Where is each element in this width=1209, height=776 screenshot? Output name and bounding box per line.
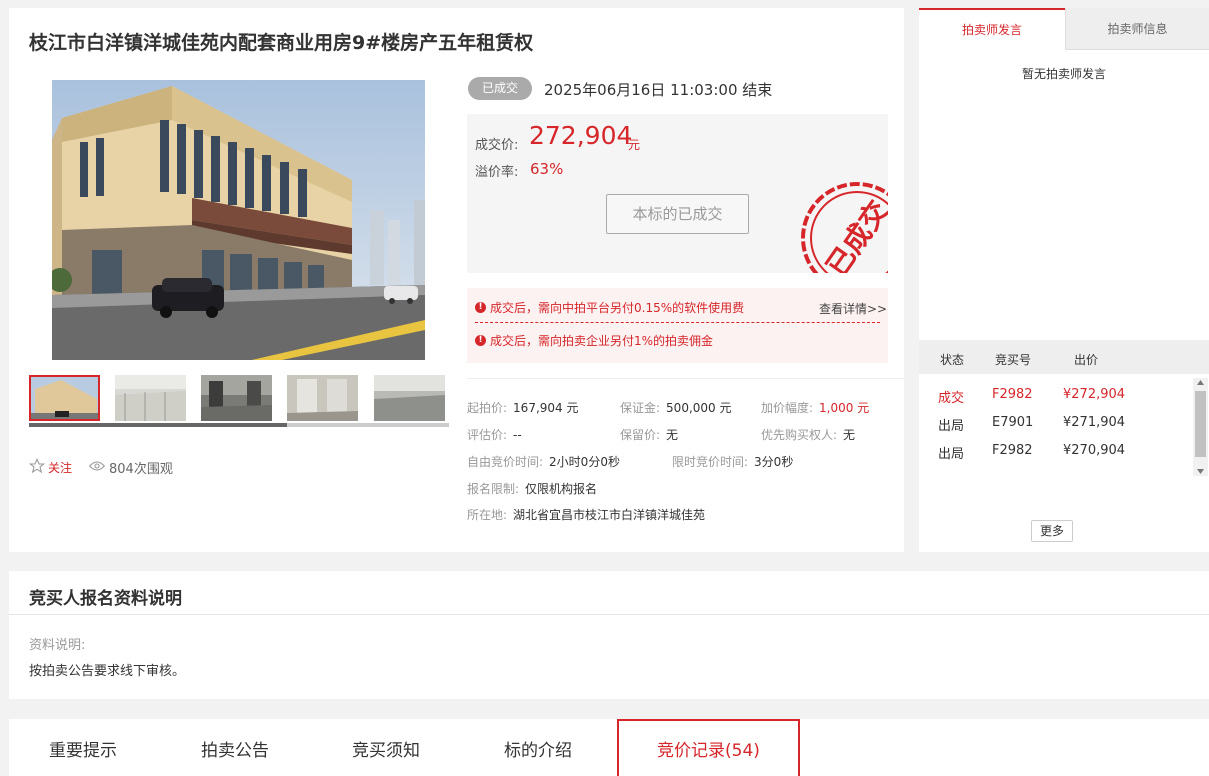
gallery-thumbnail[interactable] bbox=[115, 375, 186, 421]
column-price: 出价 bbox=[1074, 353, 1099, 367]
notice-item: ! 成交后，需向拍卖企业另付1%的拍卖佣金 bbox=[475, 332, 713, 349]
bid-table-header: 状态 竞买号 出价 bbox=[919, 340, 1209, 374]
premium-rate-label: 溢价率: bbox=[475, 165, 519, 180]
view-details-link[interactable]: 查看详情>> bbox=[819, 300, 887, 317]
tab-bid-records[interactable]: 竞价记录(54) bbox=[617, 719, 800, 776]
main-photo[interactable] bbox=[52, 80, 425, 360]
premium-rate: 63% bbox=[530, 160, 564, 178]
lot-main-card: 枝江市白洋镇洋城佳苑内配套商业用房9#楼房产五年租赁权 关注 804次围观 已成… bbox=[9, 8, 904, 552]
tab-auction-announcement[interactable]: 拍卖公告 bbox=[201, 736, 269, 761]
gallery-thumbnail[interactable] bbox=[201, 375, 272, 421]
stamp-text: 已成交 bbox=[820, 194, 888, 273]
section-divider bbox=[9, 614, 1209, 615]
column-status: 状态 bbox=[940, 353, 965, 367]
bid-row: 出局 E7901 ¥271,904 bbox=[938, 415, 1126, 434]
no-speech-message: 暂无拍卖师发言 bbox=[1021, 67, 1106, 81]
bid-increment: 加价幅度: 1,000 元 bbox=[761, 401, 870, 415]
gallery-thumbnail[interactable] bbox=[29, 375, 100, 421]
info-divider bbox=[467, 378, 904, 379]
bid-list-scrollbar-thumb[interactable] bbox=[1195, 391, 1206, 457]
tab-lot-introduction[interactable]: 标的介绍 bbox=[504, 736, 572, 761]
view-count: 804次围观 bbox=[88, 458, 173, 477]
column-bidder: 竞买号 bbox=[995, 353, 1032, 367]
docs-text: 按拍卖公告要求线下审核。 bbox=[29, 664, 186, 679]
reserve-price: 保留价: 无 bbox=[620, 428, 679, 442]
tab-bidding-instructions[interactable]: 竞买须知 bbox=[352, 736, 420, 761]
appraisal-price: 评估价: -- bbox=[467, 428, 522, 442]
eye-icon bbox=[88, 460, 106, 476]
tab-important-notice[interactable]: 重要提示 bbox=[49, 736, 117, 761]
thumbnail-scrollbar-thumb[interactable] bbox=[29, 423, 287, 427]
detail-tabs: 重要提示 拍卖公告 竞买须知 标的介绍 竞价记录(54) bbox=[9, 719, 1209, 776]
auctioneer-panel: 拍卖师发言 拍卖师信息 暂无拍卖师发言 状态 竞买号 出价 成交 F2982 ¥… bbox=[919, 8, 1209, 552]
tab-auctioneer-info[interactable]: 拍卖师信息 bbox=[1065, 8, 1209, 50]
notice-divider bbox=[475, 322, 880, 323]
deal-done-button: 本标的已成交 bbox=[606, 194, 749, 234]
start-price: 起拍价: 167,904 元 bbox=[467, 401, 579, 415]
tab-auctioneer-speech[interactable]: 拍卖师发言 bbox=[919, 8, 1065, 50]
section-title: 竞买人报名资料说明 bbox=[29, 589, 182, 609]
follow-button[interactable]: 关注 bbox=[28, 457, 73, 477]
free-bid-time: 自由竞价时间: 2小时0分0秒 bbox=[467, 455, 620, 469]
bidder-docs-section: 竞买人报名资料说明 资料说明: 按拍卖公告要求线下审核。 bbox=[9, 571, 1209, 699]
bid-row: 出局 F2982 ¥270,904 bbox=[938, 443, 1126, 462]
deal-price-label: 成交价: bbox=[475, 138, 519, 153]
more-bids-button[interactable]: 更多 bbox=[1031, 520, 1073, 542]
deal-price-unit: 元 bbox=[628, 138, 641, 152]
notice-item: ! 成交后，需向中拍平台另付0.15%的软件使用费 bbox=[475, 299, 744, 316]
location: 所在地: 湖北省宜昌市枝江市白洋镇洋城佳苑 bbox=[467, 508, 706, 522]
deposit: 保证金: 500,000 元 bbox=[620, 401, 732, 415]
follow-label: 关注 bbox=[48, 461, 73, 475]
docs-label: 资料说明: bbox=[29, 638, 86, 653]
gallery-thumbnail[interactable] bbox=[287, 375, 358, 421]
alert-icon: ! bbox=[475, 302, 486, 313]
status-badge: 已成交 bbox=[468, 77, 532, 100]
view-count-label: 804次围观 bbox=[109, 462, 173, 477]
gallery-thumbnail[interactable] bbox=[374, 375, 445, 421]
bid-row: 成交 F2982 ¥272,904 bbox=[938, 387, 1126, 406]
priority-buyer: 优先购买权人: 无 bbox=[761, 428, 856, 442]
alert-icon: ! bbox=[475, 335, 486, 346]
star-icon bbox=[28, 457, 46, 477]
end-time: 2025年06月16日 11:03:00 结束 bbox=[544, 81, 773, 99]
page-title: 枝江市白洋镇洋城佳苑内配套商业用房9#楼房产五年租赁权 bbox=[29, 32, 534, 54]
registration-restriction: 报名限制: 仅限机构报名 bbox=[467, 482, 598, 496]
deal-price: 272,904 bbox=[529, 121, 633, 150]
limit-bid-time: 限时竞价时间: 3分0秒 bbox=[672, 455, 794, 469]
notice-box: ! 成交后，需向中拍平台另付0.15%的软件使用费 查看详情>> ! 成交后，需… bbox=[467, 288, 888, 363]
price-box: 成交价: 272,904 元 溢价率: 63% 本标的已成交 已成交 bbox=[467, 114, 888, 273]
sold-stamp: 已成交 bbox=[801, 182, 888, 273]
